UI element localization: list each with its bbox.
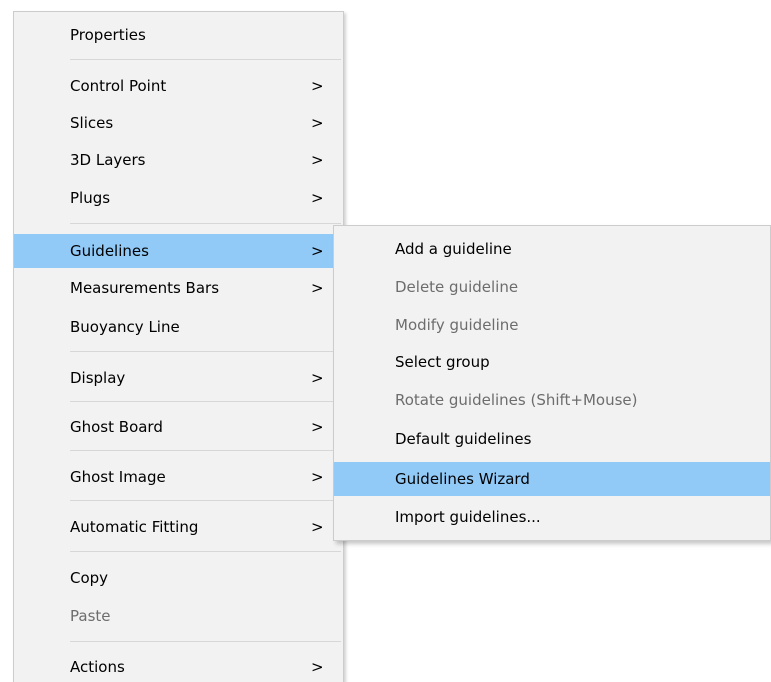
menu-separator xyxy=(70,401,341,402)
menu-item-slices[interactable]: Slices > xyxy=(14,106,343,140)
chevron-right-icon: > xyxy=(311,518,324,536)
menu-separator xyxy=(70,500,341,501)
menu-item-label: Delete guideline xyxy=(395,278,519,296)
chevron-right-icon: > xyxy=(311,468,324,486)
menu-item-automatic-fitting[interactable]: Automatic Fitting > xyxy=(14,510,343,544)
menu-item-measurements-bars[interactable]: Measurements Bars > xyxy=(14,271,343,305)
menu-item-label: Select group xyxy=(395,353,490,371)
menu-item-label: Control Point xyxy=(70,77,167,95)
menu-item-label: Import guidelines... xyxy=(395,508,541,526)
menu-item-buoyancy-line[interactable]: Buoyancy Line xyxy=(14,310,343,344)
menu-item-paste[interactable]: Paste xyxy=(14,599,343,633)
chevron-right-icon: > xyxy=(311,369,324,387)
menu-separator xyxy=(70,551,341,552)
menu-item-label: Ghost Image xyxy=(70,468,166,486)
menu-item-label: Add a guideline xyxy=(395,240,512,258)
guidelines-submenu: Add a guideline Delete guideline Modify … xyxy=(333,225,771,541)
submenu-item-modify-guideline[interactable]: Modify guideline xyxy=(334,308,770,342)
menu-item-3d-layers[interactable]: 3D Layers > xyxy=(14,143,343,177)
menu-item-display[interactable]: Display > xyxy=(14,361,343,395)
menu-item-label: Guidelines Wizard xyxy=(395,470,530,488)
menu-separator xyxy=(70,351,341,352)
menu-item-copy[interactable]: Copy xyxy=(14,561,343,595)
menu-item-label: Display xyxy=(70,369,126,387)
menu-item-label: Properties xyxy=(70,26,146,44)
menu-item-label: Modify guideline xyxy=(395,316,519,334)
menu-item-label: Copy xyxy=(70,569,109,587)
menu-item-label: Ghost Board xyxy=(70,418,163,436)
menu-separator xyxy=(70,450,341,451)
chevron-right-icon: > xyxy=(311,418,324,436)
submenu-item-select-group[interactable]: Select group xyxy=(334,345,770,379)
submenu-item-guidelines-wizard[interactable]: Guidelines Wizard xyxy=(334,462,770,496)
menu-item-plugs[interactable]: Plugs > xyxy=(14,181,343,215)
menu-separator xyxy=(70,641,341,642)
context-menu-stage: Properties Control Point > Slices > 3D L… xyxy=(0,0,771,682)
chevron-right-icon: > xyxy=(311,242,324,260)
submenu-item-default-guidelines[interactable]: Default guidelines xyxy=(334,422,770,456)
menu-item-label: Rotate guidelines (Shift+Mouse) xyxy=(395,391,638,409)
submenu-item-import-guidelines[interactable]: Import guidelines... xyxy=(334,500,770,534)
menu-separator xyxy=(70,223,341,224)
menu-item-label: Paste xyxy=(70,607,111,625)
menu-item-properties[interactable]: Properties xyxy=(14,18,343,52)
menu-item-label: 3D Layers xyxy=(70,151,146,169)
chevron-right-icon: > xyxy=(311,658,324,676)
menu-item-label: Slices xyxy=(70,114,114,132)
menu-item-label: Automatic Fitting xyxy=(70,518,199,536)
chevron-right-icon: > xyxy=(311,151,324,169)
menu-separator xyxy=(70,59,341,60)
menu-item-actions[interactable]: Actions > xyxy=(14,650,343,682)
menu-item-ghost-image[interactable]: Ghost Image > xyxy=(14,460,343,494)
submenu-item-rotate-guidelines[interactable]: Rotate guidelines (Shift+Mouse) xyxy=(334,383,770,417)
menu-item-label: Measurements Bars xyxy=(70,279,220,297)
menu-item-guidelines[interactable]: Guidelines > xyxy=(14,234,343,268)
menu-item-ghost-board[interactable]: Ghost Board > xyxy=(14,410,343,444)
chevron-right-icon: > xyxy=(311,279,324,297)
chevron-right-icon: > xyxy=(311,77,324,95)
chevron-right-icon: > xyxy=(311,114,324,132)
menu-item-label: Plugs xyxy=(70,189,111,207)
menu-item-label: Actions xyxy=(70,658,125,676)
menu-item-label: Default guidelines xyxy=(395,430,532,448)
menu-item-label: Buoyancy Line xyxy=(70,318,180,336)
menu-item-control-point[interactable]: Control Point > xyxy=(14,69,343,103)
context-menu: Properties Control Point > Slices > 3D L… xyxy=(13,11,344,682)
submenu-item-delete-guideline[interactable]: Delete guideline xyxy=(334,270,770,304)
menu-item-label: Guidelines xyxy=(70,242,149,260)
submenu-item-add-guideline[interactable]: Add a guideline xyxy=(334,232,770,266)
chevron-right-icon: > xyxy=(311,189,324,207)
